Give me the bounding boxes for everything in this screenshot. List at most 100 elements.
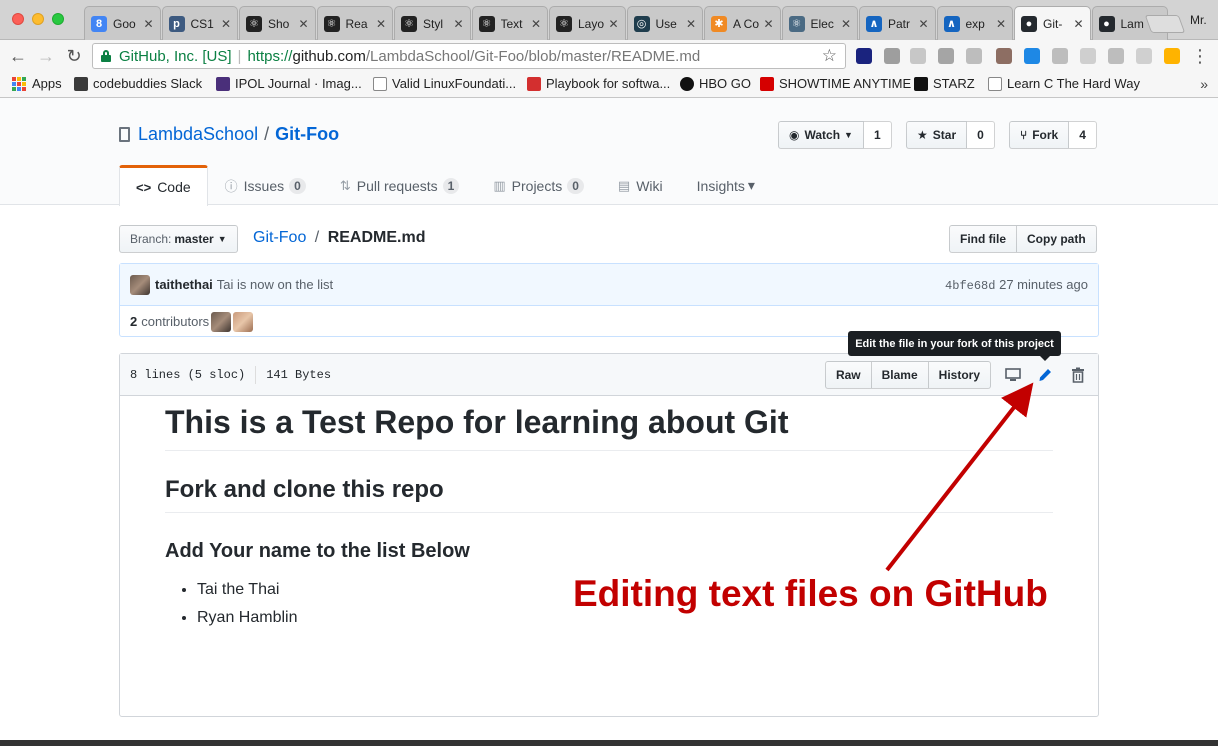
repo-name-link[interactable]: Git-Foo: [275, 124, 339, 145]
tab-close-icon[interactable]: ✕: [1073, 17, 1083, 31]
back-arrow-icon[interactable]: ←: [8, 46, 28, 66]
bookmark-star-icon[interactable]: ☆: [822, 46, 837, 66]
tab-close-icon[interactable]: ✕: [221, 17, 231, 31]
history-button[interactable]: History: [928, 361, 991, 389]
window-close-button[interactable]: [12, 13, 24, 25]
extension-icon[interactable]: [910, 48, 926, 64]
tab-close-icon[interactable]: ✕: [918, 17, 928, 31]
bookmark-item[interactable]: Apps: [12, 76, 62, 91]
extension-icon[interactable]: [1080, 48, 1096, 64]
ev-certificate-label[interactable]: GitHub, Inc. [US]: [119, 48, 232, 65]
tab-close-icon[interactable]: ✕: [376, 17, 386, 31]
tab-close-icon[interactable]: ✕: [686, 17, 696, 31]
forward-arrow-icon[interactable]: →: [36, 46, 56, 66]
watch-button[interactable]: ◉ Watch ▼: [778, 121, 864, 149]
watch-count[interactable]: 1: [863, 121, 892, 149]
avatar[interactable]: [130, 274, 150, 295]
browser-tab[interactable]: p CS1 ✕: [161, 6, 238, 40]
nav-label: Issues: [243, 177, 285, 194]
extension-icon[interactable]: [1136, 48, 1152, 64]
browser-menu-icon[interactable]: ⋮: [1190, 46, 1210, 66]
tab-close-icon[interactable]: ✕: [531, 17, 541, 31]
avatar[interactable]: [233, 311, 254, 332]
extension-skype-icon[interactable]: [1024, 48, 1040, 64]
tab-close-icon[interactable]: ✕: [608, 17, 618, 31]
star-count[interactable]: 0: [967, 121, 995, 149]
trash-icon[interactable]: [1068, 366, 1088, 384]
chevron-down-icon: ▼: [217, 234, 227, 244]
browser-tab[interactable]: ● Git- ✕: [1014, 6, 1091, 41]
browser-tab[interactable]: ⚛ Rea ✕: [316, 6, 393, 40]
browser-tab[interactable]: ✱ A Co ✕: [704, 6, 781, 40]
avatar[interactable]: [211, 311, 232, 332]
extension-icon[interactable]: [1052, 48, 1068, 64]
browser-tab[interactable]: ⚛ Text ✕: [471, 6, 548, 40]
browser-tab[interactable]: 8 Goo ✕: [84, 6, 161, 40]
browser-tab[interactable]: ⚛ Elec ✕: [781, 6, 858, 40]
find-file-button[interactable]: Find file: [949, 225, 1017, 253]
issue-icon: ⓘ: [224, 179, 238, 194]
bookmarks-overflow-icon[interactable]: »: [1200, 76, 1208, 92]
bookmark-item[interactable]: Valid LinuxFoundati...: [373, 76, 516, 91]
browser-tab[interactable]: ⚛ Layo ✕: [549, 6, 626, 40]
eye-icon: ◉: [789, 128, 800, 142]
bookmark-item[interactable]: IPOL Journal · Imag...: [216, 76, 362, 91]
fork-button[interactable]: ⑂ Fork: [1009, 121, 1070, 149]
browser-tab[interactable]: ◎ Use ✕: [626, 6, 703, 40]
extension-vue-icon[interactable]: [856, 48, 872, 64]
tab-close-icon[interactable]: ✕: [841, 17, 851, 31]
browser-tab[interactable]: ⚛ Sho ✕: [239, 6, 316, 40]
tab-close-icon[interactable]: ✕: [453, 17, 463, 31]
window-zoom-button[interactable]: [52, 13, 64, 25]
tab-close-icon[interactable]: ✕: [143, 17, 153, 31]
browser-tab[interactable]: ∧ exp ✕: [936, 6, 1013, 40]
tab-pull-requests[interactable]: ⇅ Pull requests 1: [323, 165, 477, 205]
commit-message-link[interactable]: Tai is now on the list: [217, 277, 333, 292]
extension-icon[interactable]: [1108, 48, 1124, 64]
contributors-label[interactable]: contributors: [141, 314, 209, 329]
extension-icon[interactable]: [938, 48, 954, 64]
tab-close-icon[interactable]: ✕: [298, 17, 308, 31]
raw-button[interactable]: Raw: [824, 361, 872, 389]
bookmark-item[interactable]: Learn C The Hard Way: [988, 76, 1140, 91]
repo-owner-link[interactable]: LambdaSchool: [138, 124, 258, 145]
pencil-icon[interactable]: [1035, 366, 1055, 384]
commit-time: 27 minutes ago: [999, 276, 1088, 292]
tab-projects[interactable]: ▥ Projects 0: [476, 165, 601, 205]
tab-title: Layo: [578, 16, 605, 31]
window-minimize-button[interactable]: [32, 13, 44, 25]
bookmark-item[interactable]: SHOWTIME ANYTIME: [760, 76, 911, 91]
extension-camera-icon[interactable]: [884, 48, 900, 64]
profile-button[interactable]: Mr.: [1190, 13, 1207, 27]
tab-close-icon[interactable]: ✕: [763, 17, 773, 31]
desktop-icon[interactable]: [1003, 366, 1023, 384]
commit-author-link[interactable]: taithethai: [155, 277, 213, 292]
contributors-count[interactable]: 2: [130, 314, 137, 329]
fork-count[interactable]: 4: [1069, 121, 1097, 149]
tab-issues[interactable]: ⓘ Issues 0: [208, 165, 323, 205]
extension-icon[interactable]: [966, 48, 982, 64]
tab-close-icon[interactable]: ✕: [996, 17, 1006, 31]
copy-path-button[interactable]: Copy path: [1017, 225, 1097, 253]
breadcrumb-repo-link[interactable]: Git-Foo: [253, 229, 306, 246]
address-bar[interactable]: GitHub, Inc. [US] | https://github.com/L…: [92, 43, 846, 69]
tab-title: Git-: [1043, 17, 1063, 31]
bookmark-item[interactable]: HBO GO: [680, 76, 751, 91]
bookmark-item[interactable]: Playbook for softwa...: [527, 76, 670, 91]
bookmark-item[interactable]: STARZ: [914, 76, 975, 91]
star-button[interactable]: ★ Star: [906, 121, 968, 149]
new-tab-button[interactable]: [1144, 15, 1186, 33]
tab-insights[interactable]: Insights ▾: [680, 165, 772, 205]
extension-color-icon[interactable]: [1164, 48, 1180, 64]
branch-select-button[interactable]: Branch: master ▼: [119, 225, 238, 253]
blame-button[interactable]: Blame: [871, 361, 929, 389]
browser-tab[interactable]: ⚛ Styl ✕: [394, 6, 471, 40]
tab-title: Styl: [423, 16, 444, 31]
commit-sha-link[interactable]: 4bfe68d: [945, 279, 995, 293]
reload-icon[interactable]: ↻: [64, 46, 84, 66]
bookmark-item[interactable]: codebuddies Slack: [74, 76, 202, 91]
extension-badge-icon[interactable]: [996, 48, 1012, 64]
tab-wiki[interactable]: ▤ Wiki: [601, 165, 680, 205]
tab-code[interactable]: <> Code: [119, 165, 208, 206]
browser-tab[interactable]: ∧ Patr ✕: [859, 6, 936, 40]
